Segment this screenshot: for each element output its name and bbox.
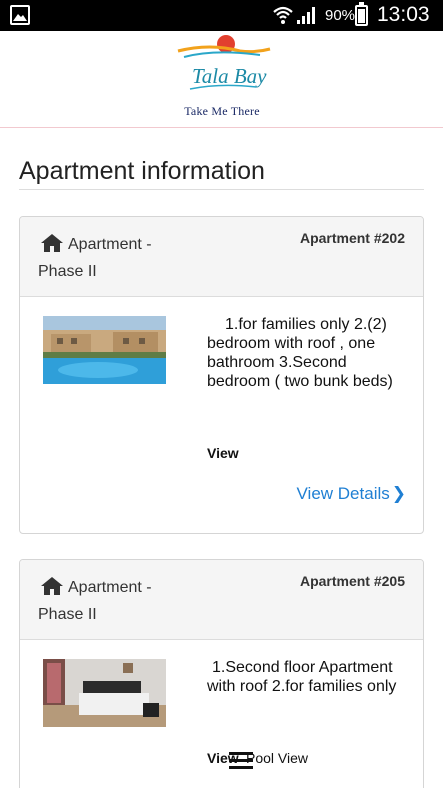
clock: 13:03 — [377, 3, 430, 26]
svg-text:Tala Bay: Tala Bay — [192, 64, 267, 88]
view-details-label: View Details — [296, 484, 390, 503]
apartment-photo[interactable] — [43, 659, 166, 727]
view-value: Pool View — [246, 750, 309, 766]
apartment-number: Apartment #205 — [299, 573, 405, 589]
chevron-right-icon: ❯ — [391, 484, 406, 503]
apartment-photo[interactable] — [43, 316, 166, 384]
signal-icon — [297, 7, 315, 24]
view-details-link[interactable]: View Details ❯ — [297, 484, 406, 504]
title-divider — [19, 189, 424, 190]
apartment-card: Apartment - Phase II Apartment #205 1.Se… — [19, 559, 424, 788]
card-header: Apartment - Phase II Apartment #205 — [20, 560, 423, 640]
view-label: View — [207, 445, 239, 461]
apartment-description: 1.Second floor Apartment with roof 2.for… — [207, 659, 397, 695]
apartment-type: Apartment - Phase II — [38, 579, 152, 623]
gallery-icon — [10, 5, 30, 25]
app-header: Tala Bay Take Me There — [0, 31, 443, 128]
battery-percentage: 90% — [325, 7, 356, 24]
apartment-description: 1.for families only 2.(2) bedroom with r… — [207, 316, 393, 390]
apartment-number: Apartment #202 — [299, 230, 405, 246]
wifi-icon — [273, 6, 293, 24]
page-title: Apartment information — [19, 157, 265, 185]
battery-icon — [355, 2, 368, 26]
logo-tagline: Take Me There — [184, 104, 260, 118]
tala-bay-logo[interactable]: Tala Bay Take Me There — [170, 31, 274, 125]
status-bar: 90% 13:03 — [0, 0, 443, 31]
apartment-type: Apartment - Phase II — [38, 236, 152, 280]
apartment-card: Apartment - Phase II Apartment #202 1.fo… — [19, 216, 424, 534]
card-header: Apartment - Phase II Apartment #202 — [20, 217, 423, 297]
